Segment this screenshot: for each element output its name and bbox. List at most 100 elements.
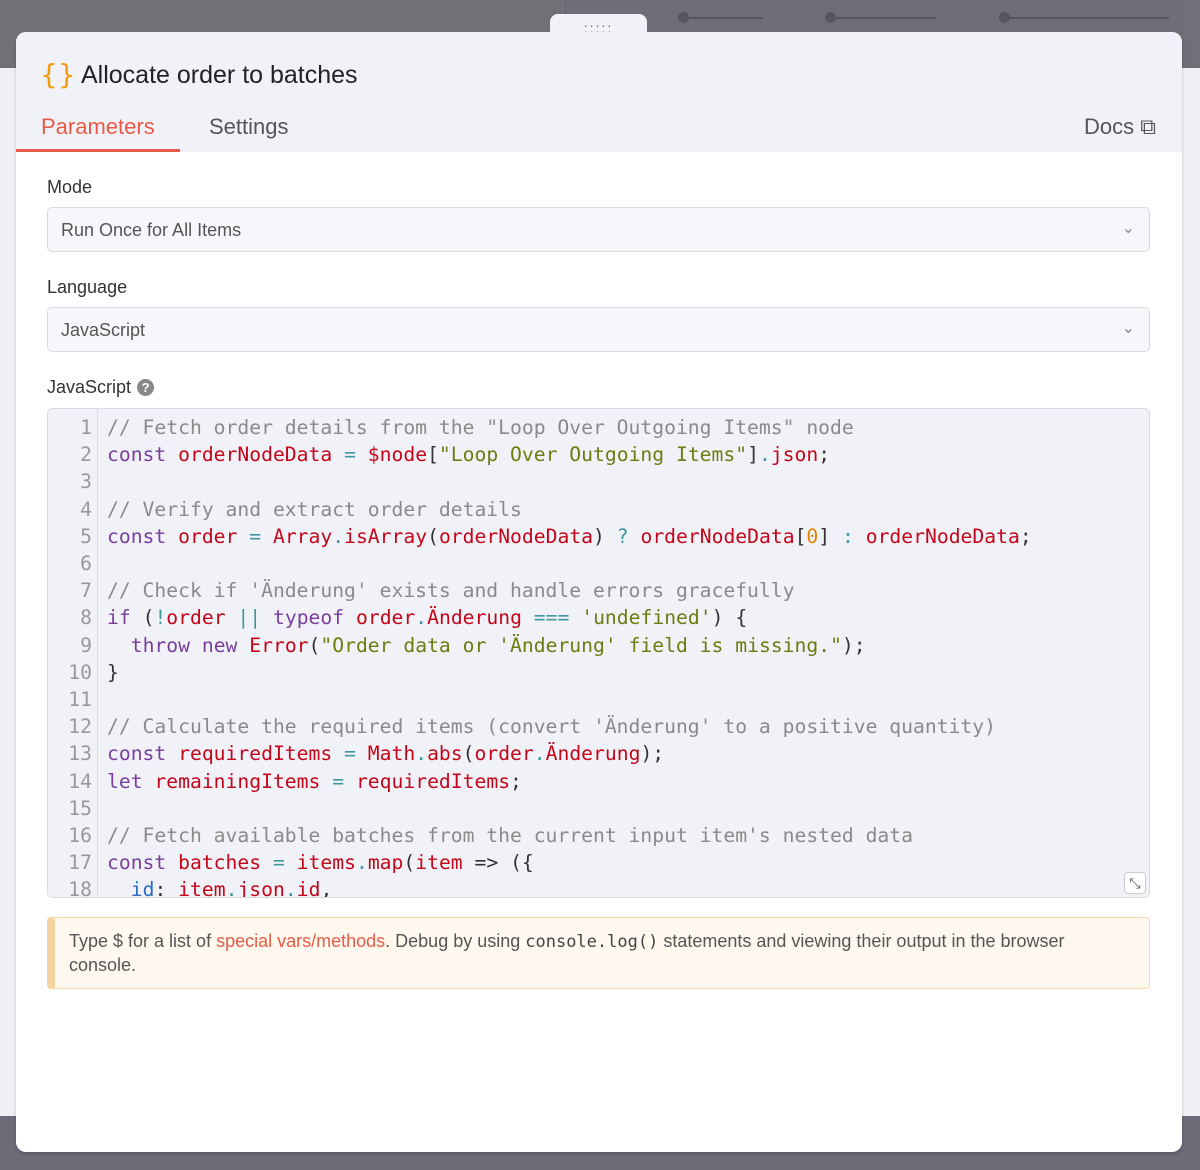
code-token: // Fetch available batches from the curr… bbox=[107, 824, 913, 847]
code-token: ! bbox=[154, 606, 167, 630]
language-select[interactable]: JavaScript ⌄ bbox=[47, 307, 1150, 352]
code-token: => ({ bbox=[462, 851, 534, 875]
code-token: ? bbox=[616, 524, 629, 548]
external-link-icon: ⧉ bbox=[1140, 114, 1156, 139]
code-token: const bbox=[107, 443, 167, 467]
node-settings-modal: {} Allocate order to batches Parameters … bbox=[16, 32, 1182, 1152]
code-token: requiredItems bbox=[178, 742, 333, 766]
docs-link[interactable]: Docs ⧉ bbox=[1084, 114, 1156, 140]
line-number: 1 bbox=[80, 416, 92, 439]
code-token: ; bbox=[1019, 524, 1032, 548]
code-token: remainingItems bbox=[154, 769, 321, 793]
code-line[interactable]: 7 // Check if 'Änderung' exists and handl… bbox=[48, 577, 794, 604]
chevron-down-icon: ⌄ bbox=[1121, 220, 1135, 237]
code-text: // Verify and extract order details bbox=[107, 496, 522, 523]
special-vars-link[interactable]: special vars/methods bbox=[216, 931, 385, 951]
code-token: items bbox=[296, 851, 356, 875]
code-token: ; bbox=[818, 443, 831, 467]
code-token: order bbox=[166, 606, 226, 630]
code-token: abs bbox=[427, 742, 463, 766]
code-text: // Calculate the required items (convert… bbox=[107, 713, 996, 740]
line-number: 6 bbox=[80, 552, 92, 575]
code-line[interactable]: 12 // Calculate the required items (conve… bbox=[48, 713, 996, 740]
code-text: const requiredItems = Math.abs(order.Änd… bbox=[107, 740, 664, 767]
tab-settings[interactable]: Settings bbox=[184, 114, 314, 152]
mode-select[interactable]: Run Once for All Items ⌄ bbox=[47, 207, 1150, 252]
line-number: 2 bbox=[80, 443, 92, 467]
info-notice: Type $ for a list of special vars/method… bbox=[47, 917, 1150, 989]
code-token: orderNodeData bbox=[865, 524, 1020, 548]
code-line[interactable]: 5 const order = Array.isArray(orderNodeDa… bbox=[48, 523, 1032, 550]
line-number: 3 bbox=[80, 470, 92, 494]
help-icon[interactable]: ? bbox=[137, 379, 155, 396]
tab-parameters[interactable]: Parameters bbox=[16, 114, 180, 152]
code-token: throw bbox=[130, 633, 190, 657]
code-line[interactable]: 18 id: item.json.id, bbox=[48, 876, 332, 897]
code-line[interactable]: 8 if (!order || typeof order.Änderung ===… bbox=[48, 604, 747, 631]
code-token: , bbox=[320, 878, 333, 898]
code-braces-icon: {} bbox=[40, 58, 76, 91]
code-token: 'undefined' bbox=[581, 606, 712, 630]
code-line[interactable]: 11 bbox=[48, 686, 92, 713]
code-text: const order = Array.isArray(orderNodeDat… bbox=[107, 523, 1032, 550]
code-token: : bbox=[154, 878, 179, 898]
code-line[interactable]: 17 const batches = items.map(item => ({ bbox=[48, 849, 534, 876]
code-token: // Fetch order details from the "Loop Ov… bbox=[107, 416, 854, 439]
code-line[interactable]: 13 const requiredItems = Math.abs(order.Ä… bbox=[48, 740, 664, 767]
code-token: } bbox=[107, 660, 119, 684]
code-token: Änderung bbox=[427, 606, 522, 630]
code-line[interactable]: 2 const orderNodeData = $node["Loop Over … bbox=[48, 441, 830, 468]
node-title[interactable]: Allocate order to batches bbox=[81, 61, 358, 90]
code-token: = bbox=[332, 769, 345, 793]
code-line[interactable]: 14 let remainingItems = requiredItems; bbox=[48, 768, 522, 795]
code-token: . bbox=[225, 878, 238, 898]
code-line[interactable]: 3 bbox=[48, 468, 92, 495]
code-token: const bbox=[107, 742, 167, 766]
modal-header: {} Allocate order to batches Parameters … bbox=[16, 32, 1182, 152]
code-token: . bbox=[758, 443, 771, 467]
code-line[interactable]: 16 // Fetch available batches from the cu… bbox=[48, 822, 913, 849]
code-token: Array bbox=[272, 524, 333, 548]
code-line[interactable]: 9 throw new Error("Order data or 'Änderu… bbox=[48, 632, 866, 659]
code-token: ) { bbox=[711, 606, 748, 630]
code-token: "Loop Over Outgoing Items" bbox=[438, 443, 748, 467]
code-text: let remainingItems = requiredItems; bbox=[107, 768, 522, 795]
line-number: 17 bbox=[68, 851, 92, 875]
code-token: ) bbox=[593, 524, 617, 548]
code-token: order bbox=[474, 742, 534, 766]
code-text: // Fetch available batches from the curr… bbox=[107, 822, 913, 849]
code-token: typeof bbox=[273, 606, 345, 630]
connection-line bbox=[683, 17, 763, 19]
code-line[interactable]: 10} bbox=[48, 659, 119, 686]
code-token: item bbox=[415, 851, 463, 875]
connection-line bbox=[1004, 17, 1169, 19]
code-line[interactable]: 1 // Fetch order details from the "Loop O… bbox=[48, 414, 854, 441]
language-value: JavaScript bbox=[61, 320, 146, 340]
code-token: new bbox=[201, 633, 238, 657]
chevron-down-icon: ⌄ bbox=[1121, 320, 1135, 337]
code-token: map bbox=[367, 851, 404, 875]
code-line[interactable]: 6 bbox=[48, 550, 92, 577]
code-token: Error bbox=[249, 633, 309, 657]
expand-editor-icon[interactable]: ⤡ bbox=[1124, 872, 1146, 894]
code-token: // Verify and extract order details bbox=[107, 497, 522, 521]
code-token: [ bbox=[794, 524, 807, 548]
connection-dot bbox=[999, 12, 1010, 23]
code-token: ( bbox=[403, 851, 416, 875]
code-editor[interactable]: 1 // Fetch order details from the "Loop O… bbox=[47, 408, 1150, 898]
code-token: id bbox=[130, 878, 155, 898]
code-token: = bbox=[344, 742, 356, 766]
code-token: ); bbox=[640, 742, 665, 766]
code-line[interactable]: 15 bbox=[48, 795, 92, 822]
code-line[interactable]: 4 // Verify and extract order details bbox=[48, 496, 522, 523]
code-token: ( bbox=[308, 633, 321, 657]
